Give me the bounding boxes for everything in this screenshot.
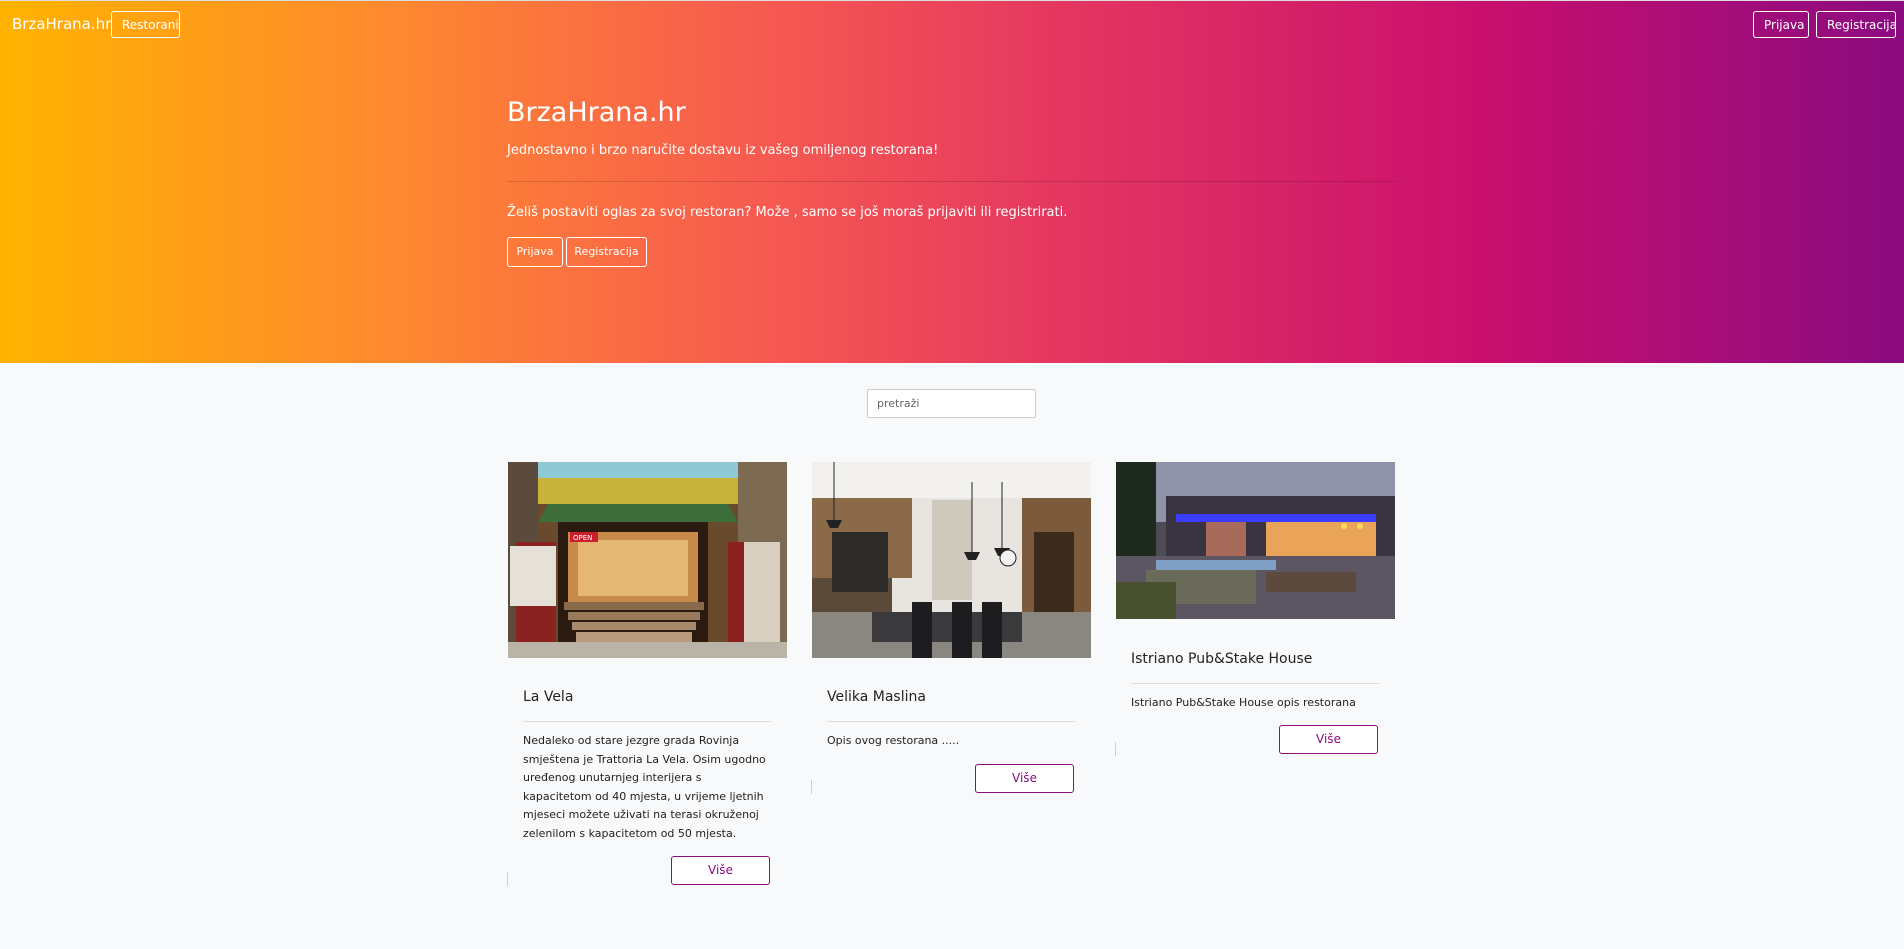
- card-border: [1115, 742, 1116, 756]
- restaurant-photo[interactable]: [1116, 462, 1395, 619]
- restaurant-card: Velika Maslina Opis ovog restorana .....…: [811, 462, 1091, 802]
- restaurant-name: Velika Maslina: [827, 689, 926, 705]
- login-nav-button[interactable]: Prijava: [1753, 11, 1809, 38]
- hero-login-button[interactable]: Prijava: [507, 237, 563, 267]
- card-border: [811, 780, 812, 794]
- restaurant-description: Nedaleko od stare jezgre grada Rovinja s…: [523, 734, 766, 840]
- register-nav-button[interactable]: Registracija: [1816, 11, 1897, 38]
- restaurant-card: OPEN La Vela Nedaleko od stare jezgre gr…: [507, 462, 787, 892]
- hero-title: BrzaHrana.hr: [507, 97, 686, 128]
- restaurant-card: Istriano Pub&Stake House Istriano Pub&St…: [1115, 462, 1395, 762]
- hero-cta-text: Želiš postaviti oglas za svoj restoran? …: [507, 205, 1068, 220]
- brand-logo[interactable]: BrzaHrana.hr: [12, 15, 111, 33]
- card-border: [507, 872, 508, 886]
- hero-register-button[interactable]: Registracija: [566, 237, 647, 267]
- more-button[interactable]: Više: [671, 856, 770, 885]
- card-divider: [523, 721, 771, 722]
- restaurant-photo[interactable]: [812, 462, 1091, 658]
- restorani-nav-button[interactable]: Restorani: [111, 11, 180, 38]
- more-button[interactable]: Više: [975, 764, 1074, 793]
- more-button[interactable]: Više: [1279, 725, 1378, 754]
- card-divider: [1131, 683, 1379, 684]
- restaurant-description: Opis ovog restorana .....: [827, 734, 960, 747]
- hero-subtitle: Jednostavno i brzo naručite dostavu iz v…: [507, 143, 939, 158]
- svg-text:OPEN: OPEN: [573, 534, 592, 542]
- hero-divider: [507, 181, 1395, 182]
- search-input[interactable]: [867, 389, 1036, 418]
- restaurant-description: Istriano Pub&Stake House opis restorana: [1131, 696, 1356, 709]
- restaurant-name: La Vela: [523, 689, 574, 705]
- card-divider: [827, 721, 1075, 722]
- hero-banner: BrzaHrana.hr Restorani Prijava Registrac…: [0, 0, 1904, 363]
- restaurant-name: Istriano Pub&Stake House: [1131, 651, 1313, 667]
- restaurant-photo[interactable]: OPEN: [508, 462, 787, 658]
